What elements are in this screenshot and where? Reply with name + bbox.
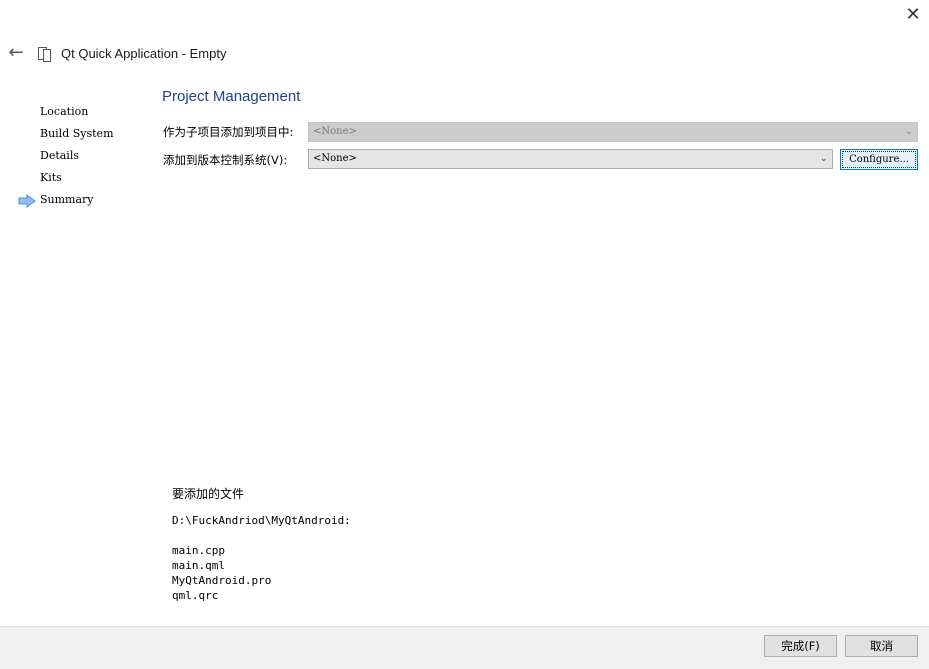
chevron-down-icon: ⌄: [904, 126, 913, 137]
file-item: qml.qrc: [172, 589, 219, 602]
vcs-value: <None>: [313, 153, 357, 164]
step-kits: Kits: [40, 171, 62, 184]
page-title: Project Management: [162, 88, 301, 105]
add-subproject-value: <None>: [313, 126, 357, 137]
step-build-system: Build System: [40, 127, 114, 140]
close-icon[interactable]: ✕: [902, 4, 924, 26]
step-location: Location: [40, 105, 89, 118]
vcs-combo[interactable]: <None> ⌄: [308, 149, 833, 169]
cancel-button[interactable]: 取消: [845, 635, 918, 657]
step-summary: Summary: [40, 193, 94, 206]
vcs-label: 添加到版本控制系统(V):: [163, 153, 288, 167]
wizard-steps: Location Build System Details Kits Summa…: [40, 103, 114, 213]
finish-button[interactable]: 完成(F): [764, 635, 837, 657]
step-details: Details: [40, 149, 79, 162]
current-step-arrow-icon: [18, 193, 36, 208]
chevron-down-icon: ⌄: [819, 153, 828, 164]
files-path: D:\FuckAndriod\MyQtAndroid:: [172, 514, 351, 527]
document-icon: [37, 45, 53, 63]
wizard-title: Qt Quick Application - Empty: [61, 46, 227, 61]
files-heading: 要添加的文件: [172, 487, 245, 501]
configure-button[interactable]: Configure...: [840, 149, 918, 170]
file-item: main.cpp: [172, 544, 225, 557]
add-subproject-combo: <None> ⌄: [308, 122, 918, 142]
back-arrow-icon[interactable]: ←: [6, 43, 26, 63]
add-subproject-label: 作为子项目添加到项目中:: [163, 125, 294, 139]
file-item: main.qml: [172, 559, 225, 572]
file-list: main.cpp main.qml MyQtAndroid.pro qml.qr…: [172, 543, 271, 603]
file-item: MyQtAndroid.pro: [172, 574, 272, 587]
